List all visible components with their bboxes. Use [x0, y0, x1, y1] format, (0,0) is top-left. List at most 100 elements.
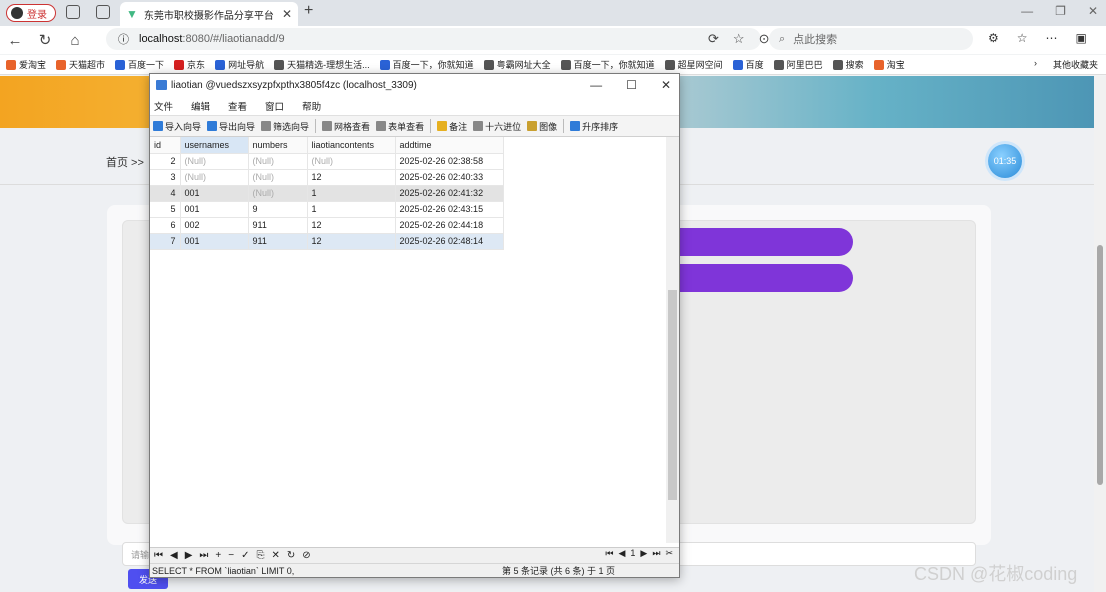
cancel-icon[interactable]: ✕: [271, 550, 279, 561]
bookmark-item[interactable]: 粤霸网址大全: [483, 58, 551, 71]
bookmark-item[interactable]: 爱淘宝: [6, 58, 46, 71]
table-cell[interactable]: 911: [248, 217, 308, 234]
table-cell[interactable]: 9: [248, 201, 308, 218]
bookmark-item[interactable]: 阿里巴巴: [773, 58, 823, 71]
first-record-icon[interactable]: ⏮: [154, 550, 163, 561]
delete-record-icon[interactable]: −: [228, 550, 234, 561]
new-tab-icon[interactable]: +: [304, 2, 313, 20]
prev-page-icon[interactable]: ◀: [618, 548, 625, 559]
table-cell[interactable]: (Null): [248, 185, 308, 202]
table-cell[interactable]: 2025-02-26 02:38:58: [395, 153, 504, 170]
bookmark-item[interactable]: 淘宝: [873, 58, 905, 71]
table-cell[interactable]: (Null): [248, 153, 308, 170]
last-page-icon[interactable]: ⏭: [652, 548, 660, 559]
table-row[interactable]: 4 001 (Null) 1 2025-02-26 02:41:32: [150, 185, 504, 202]
hex-button[interactable]: 十六进位: [473, 120, 521, 133]
minimize-icon[interactable]: —: [1021, 4, 1033, 18]
translate-icon[interactable]: ⟳: [708, 31, 719, 47]
menu-item[interactable]: 窗口: [265, 99, 284, 113]
page-scroll-thumb[interactable]: [1097, 245, 1103, 485]
next-page-icon[interactable]: ▶: [640, 548, 647, 559]
table-row[interactable]: 6 002 911 12 2025-02-26 02:44:18: [150, 217, 504, 234]
table-row[interactable]: 2 (Null) (Null) (Null) 2025-02-26 02:38:58: [150, 153, 504, 170]
close-window-icon[interactable]: ✕: [661, 78, 671, 92]
table-cell[interactable]: 001: [180, 201, 249, 218]
minimize-icon[interactable]: —: [590, 78, 602, 92]
table-cell[interactable]: 12: [307, 233, 396, 250]
edit-icon[interactable]: ✓: [241, 550, 249, 561]
table-cell[interactable]: 4: [150, 185, 181, 202]
table-cell[interactable]: (Null): [180, 169, 249, 186]
column-header[interactable]: addtime: [395, 137, 504, 154]
bookmark-item[interactable]: 百度: [732, 58, 764, 71]
login-button[interactable]: 登录: [6, 4, 56, 22]
bookmark-item[interactable]: 搜索: [832, 58, 864, 71]
browser-tab[interactable]: ▼ 东莞市职校摄影作品分享平台 ✕: [120, 2, 298, 26]
close-window-icon[interactable]: ✕: [1088, 4, 1098, 18]
table-cell[interactable]: 2025-02-26 02:43:15: [395, 201, 504, 218]
address-bar[interactable]: ⓘ localhost :8080/#/liaotianadd/9: [106, 28, 761, 50]
bookmark-item[interactable]: 京东: [174, 58, 205, 71]
export-wizard-button[interactable]: 导出向导: [207, 120, 255, 133]
bookmarks-overflow-icon[interactable]: ›: [1034, 58, 1037, 71]
bookmark-item[interactable]: 天猫超市: [56, 58, 105, 71]
menu-item[interactable]: 编辑: [191, 99, 210, 113]
table-cell[interactable]: 2025-02-26 02:44:18: [395, 217, 504, 234]
first-page-icon[interactable]: ⏮: [605, 548, 613, 559]
table-cell[interactable]: 2025-02-26 02:48:14: [395, 233, 504, 250]
close-tab-icon[interactable]: ✕: [282, 7, 292, 21]
table-cell[interactable]: 3: [150, 169, 181, 186]
bookmark-item[interactable]: 网址导航: [215, 58, 264, 71]
other-bookmarks[interactable]: 其他收藏夹: [1053, 58, 1098, 71]
refresh-icon[interactable]: ↻: [30, 31, 60, 49]
bookmark-item[interactable]: 百度一下: [115, 58, 164, 71]
table-cell[interactable]: 12: [307, 169, 396, 186]
sort-ascending-button[interactable]: 升序排序: [570, 120, 618, 133]
table-cell[interactable]: 1: [307, 201, 396, 218]
page-number[interactable]: 1: [630, 548, 635, 559]
refresh-icon[interactable]: ↻: [287, 550, 295, 561]
maximize-icon[interactable]: ☐: [626, 78, 637, 92]
last-record-icon[interactable]: ⏭: [199, 550, 208, 561]
form-view-button[interactable]: 表单查看: [376, 120, 424, 133]
back-icon[interactable]: ←: [0, 32, 30, 49]
table-cell[interactable]: 001: [180, 185, 249, 202]
menu-item[interactable]: 文件: [154, 99, 173, 113]
filter-wizard-button[interactable]: 筛选向导: [261, 120, 309, 133]
maximize-icon[interactable]: ❐: [1055, 4, 1066, 18]
table-cell[interactable]: (Null): [248, 169, 308, 186]
grid-scroll-thumb[interactable]: [668, 290, 677, 500]
menu-item[interactable]: 查看: [228, 99, 247, 113]
tab-actions-icon[interactable]: [96, 5, 110, 19]
import-wizard-button[interactable]: 导入向导: [153, 120, 201, 133]
table-cell[interactable]: (Null): [307, 153, 396, 170]
apply-icon[interactable]: ⎘: [256, 550, 264, 561]
table-cell[interactable]: 5: [150, 201, 181, 218]
bookmark-item[interactable]: 百度一下，你就知道: [560, 58, 655, 71]
stop-icon[interactable]: ⊘: [302, 550, 310, 561]
table-cell[interactable]: 7: [150, 233, 181, 250]
extensions-icon[interactable]: ⚙: [988, 31, 999, 45]
grid-view-button[interactable]: 网格查看: [322, 120, 370, 133]
table-cell[interactable]: 2025-02-26 02:41:32: [395, 185, 504, 202]
breadcrumb[interactable]: 首页 >>: [106, 154, 144, 170]
next-record-icon[interactable]: ▶: [185, 550, 193, 561]
table-row[interactable]: 7 001 911 12 2025-02-26 02:48:14: [150, 233, 504, 250]
table-cell[interactable]: 002: [180, 217, 249, 234]
info-icon[interactable]: ⓘ: [118, 31, 129, 47]
favorite-star-icon[interactable]: ☆: [733, 31, 745, 47]
home-icon[interactable]: ⌂: [60, 32, 90, 49]
column-header[interactable]: liaotiancontents: [307, 137, 396, 154]
table-cell[interactable]: (Null): [180, 153, 249, 170]
table-cell[interactable]: 911: [248, 233, 308, 250]
memo-button[interactable]: 备注: [437, 120, 467, 133]
column-header[interactable]: numbers: [248, 137, 308, 154]
menu-item[interactable]: 帮助: [302, 99, 321, 113]
favorites-icon[interactable]: ☆: [1017, 31, 1028, 45]
bookmark-item[interactable]: 超星网空间: [664, 58, 723, 71]
more-icon[interactable]: ⋯: [1046, 31, 1058, 45]
workspaces-icon[interactable]: [66, 5, 80, 19]
bookmark-item[interactable]: 天猫精选-理想生活...: [274, 58, 370, 71]
table-row[interactable]: 5 001 9 1 2025-02-26 02:43:15: [150, 201, 504, 218]
table-cell[interactable]: 2025-02-26 02:40:33: [395, 169, 504, 186]
